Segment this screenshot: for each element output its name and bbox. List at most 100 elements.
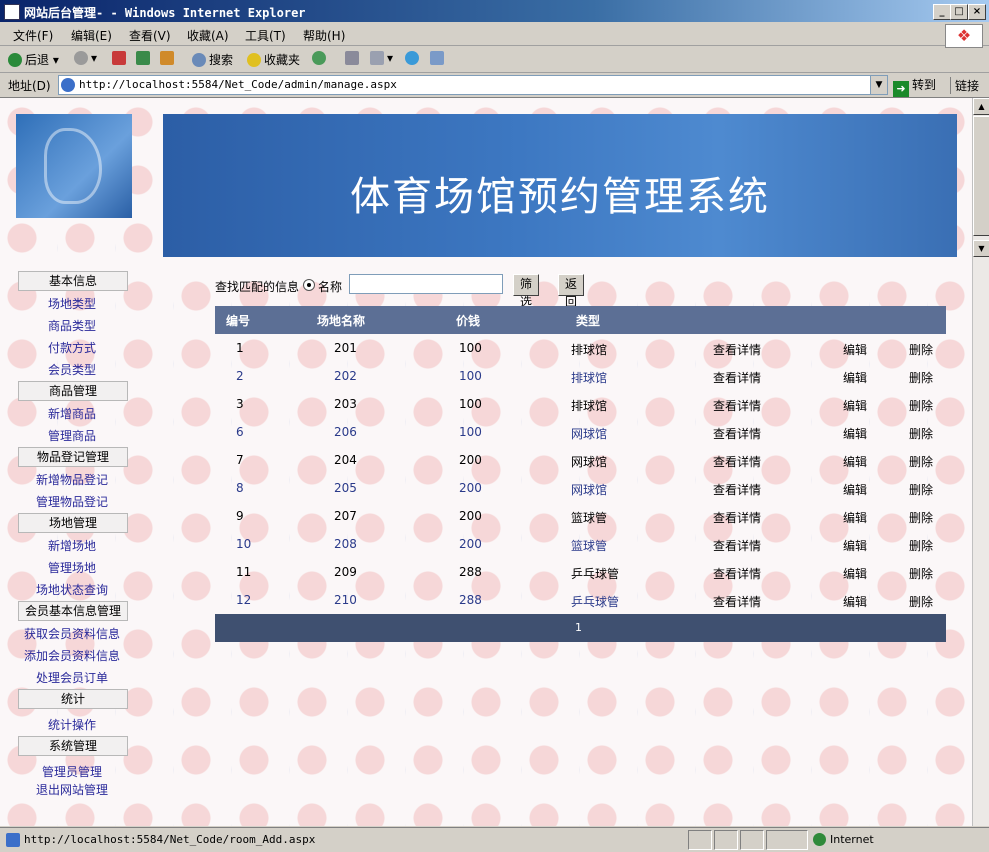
edit-link[interactable]: 编辑	[843, 509, 867, 526]
delete-link[interactable]: 删除	[909, 341, 933, 358]
edit-link[interactable]: 编辑	[843, 369, 867, 386]
view-details-link[interactable]: 查看详情	[713, 565, 761, 582]
back-list-button[interactable]: 返回	[558, 274, 585, 309]
table-row: 12 210 288 乒乓球管 查看详情 编辑 删除	[215, 586, 946, 614]
sidebar-section-basic: 基本信息	[18, 271, 128, 291]
sidebar-link-add-goods[interactable]: 新增商品	[48, 405, 96, 422]
cell-name: 204	[334, 453, 357, 467]
sidebar-link-venue-type[interactable]: 场地类型	[48, 295, 96, 312]
messenger-button[interactable]	[405, 51, 422, 65]
menu-help[interactable]: 帮助(H)	[303, 27, 345, 44]
menu-edit[interactable]: 编辑(E)	[71, 27, 112, 44]
delete-link[interactable]: 删除	[909, 593, 933, 610]
view-details-link[interactable]: 查看详情	[713, 369, 761, 386]
edit-link[interactable]: 编辑	[843, 397, 867, 414]
internet-zone-icon	[813, 833, 826, 846]
stop-button[interactable]	[112, 51, 129, 65]
sidebar-link-goods-type[interactable]: 商品类型	[48, 317, 96, 334]
forward-button[interactable]: ▾	[74, 51, 97, 65]
view-details-link[interactable]: 查看详情	[713, 397, 761, 414]
status-pane	[688, 830, 712, 850]
menu-view[interactable]: 查看(V)	[129, 27, 171, 44]
sidebar-link-member-type[interactable]: 会员类型	[48, 361, 96, 378]
cell-id: 1	[236, 341, 244, 355]
edit-link[interactable]: 编辑	[843, 425, 867, 442]
delete-link[interactable]: 删除	[909, 509, 933, 526]
scroll-up-icon[interactable]: ▲	[973, 98, 989, 115]
delete-link[interactable]: 删除	[909, 565, 933, 582]
header-type: 类型	[576, 314, 601, 328]
mail-button[interactable]	[345, 51, 362, 65]
edit-link[interactable]: 编辑	[843, 565, 867, 582]
delete-link[interactable]: 删除	[909, 369, 933, 386]
scroll-thumb[interactable]	[973, 116, 989, 236]
sidebar-link-venue-status[interactable]: 场地状态查询	[36, 581, 108, 598]
toolbar: 后退 ▾ ▾ 搜索 收藏夹 ▾	[0, 47, 989, 73]
view-details-link[interactable]: 查看详情	[713, 593, 761, 610]
sidebar-link-add-item[interactable]: 新增物品登记	[36, 471, 108, 488]
delete-link[interactable]: 删除	[909, 481, 933, 498]
ie-page-icon	[4, 4, 20, 20]
sidebar-link-logout[interactable]: 退出网站管理	[36, 781, 108, 798]
sidebar-link-stats[interactable]: 统计操作	[48, 716, 96, 733]
view-details-link[interactable]: 查看详情	[713, 509, 761, 526]
edit-link[interactable]: 编辑	[843, 481, 867, 498]
go-button[interactable]: ➜ 转到	[893, 76, 936, 97]
view-details-link[interactable]: 查看详情	[713, 341, 761, 358]
sidebar-link-manage-goods[interactable]: 管理商品	[48, 427, 96, 444]
delete-link[interactable]: 删除	[909, 453, 933, 470]
favorites-button[interactable]: 收藏夹	[247, 51, 300, 68]
address-dropdown-icon[interactable]: ▼	[870, 76, 887, 94]
sidebar-link-add-venue[interactable]: 新增场地	[48, 537, 96, 554]
view-details-link[interactable]: 查看详情	[713, 453, 761, 470]
refresh-button[interactable]	[136, 51, 153, 65]
header-price: 价钱	[456, 314, 481, 328]
sidebar-link-payment[interactable]: 付款方式	[48, 339, 96, 356]
messenger-icon	[405, 51, 419, 65]
logo-mark-icon	[44, 128, 102, 204]
back-button[interactable]: 后退 ▾	[8, 51, 59, 68]
discuss-button[interactable]	[430, 51, 447, 65]
menu-file[interactable]: 文件(F)	[13, 27, 53, 44]
sidebar-link-add-member[interactable]: 添加会员资料信息	[24, 647, 120, 664]
home-button[interactable]	[160, 51, 177, 65]
address-input[interactable]: http://localhost:5584/Net_Code/admin/man…	[58, 75, 888, 95]
view-details-link[interactable]: 查看详情	[713, 537, 761, 554]
edit-link[interactable]: 编辑	[843, 341, 867, 358]
sidebar-link-admins[interactable]: 管理员管理	[42, 763, 102, 780]
cell-price: 200	[459, 453, 482, 467]
page-number[interactable]: 1	[575, 621, 582, 634]
close-button[interactable]: ×	[968, 4, 986, 20]
sidebar-link-orders[interactable]: 处理会员订单	[36, 669, 108, 686]
print-button[interactable]: ▾	[370, 51, 393, 65]
sidebar-link-manage-item[interactable]: 管理物品登记	[36, 493, 108, 510]
minimize-button[interactable]: _	[933, 4, 951, 20]
site-logo	[16, 114, 132, 218]
delete-link[interactable]: 删除	[909, 537, 933, 554]
edit-link[interactable]: 编辑	[843, 537, 867, 554]
view-details-link[interactable]: 查看详情	[713, 481, 761, 498]
history-button[interactable]	[312, 51, 329, 65]
edit-link[interactable]: 编辑	[843, 593, 867, 610]
star-icon	[247, 53, 261, 67]
delete-link[interactable]: 删除	[909, 425, 933, 442]
maximize-button[interactable]: □	[950, 4, 968, 20]
links-button[interactable]: 链接	[950, 77, 979, 94]
name-radio[interactable]	[303, 279, 315, 291]
search-input[interactable]	[349, 274, 503, 294]
vertical-scrollbar[interactable]: ▲ ▼	[972, 98, 989, 826]
sidebar-link-manage-venue[interactable]: 管理场地	[48, 559, 96, 576]
address-url: http://localhost:5584/Net_Code/admin/man…	[79, 78, 397, 91]
cell-price: 100	[459, 369, 482, 383]
search-button[interactable]: 搜索	[192, 51, 233, 68]
menu-favorites[interactable]: 收藏(A)	[187, 27, 229, 44]
menu-tools[interactable]: 工具(T)	[245, 27, 286, 44]
page-icon	[6, 833, 20, 847]
sidebar-link-get-member[interactable]: 获取会员资料信息	[24, 625, 120, 642]
delete-link[interactable]: 删除	[909, 397, 933, 414]
cell-price: 200	[459, 537, 482, 551]
view-details-link[interactable]: 查看详情	[713, 425, 761, 442]
scroll-down-icon[interactable]: ▼	[973, 240, 989, 257]
filter-button[interactable]: 筛选	[513, 274, 540, 309]
edit-link[interactable]: 编辑	[843, 453, 867, 470]
